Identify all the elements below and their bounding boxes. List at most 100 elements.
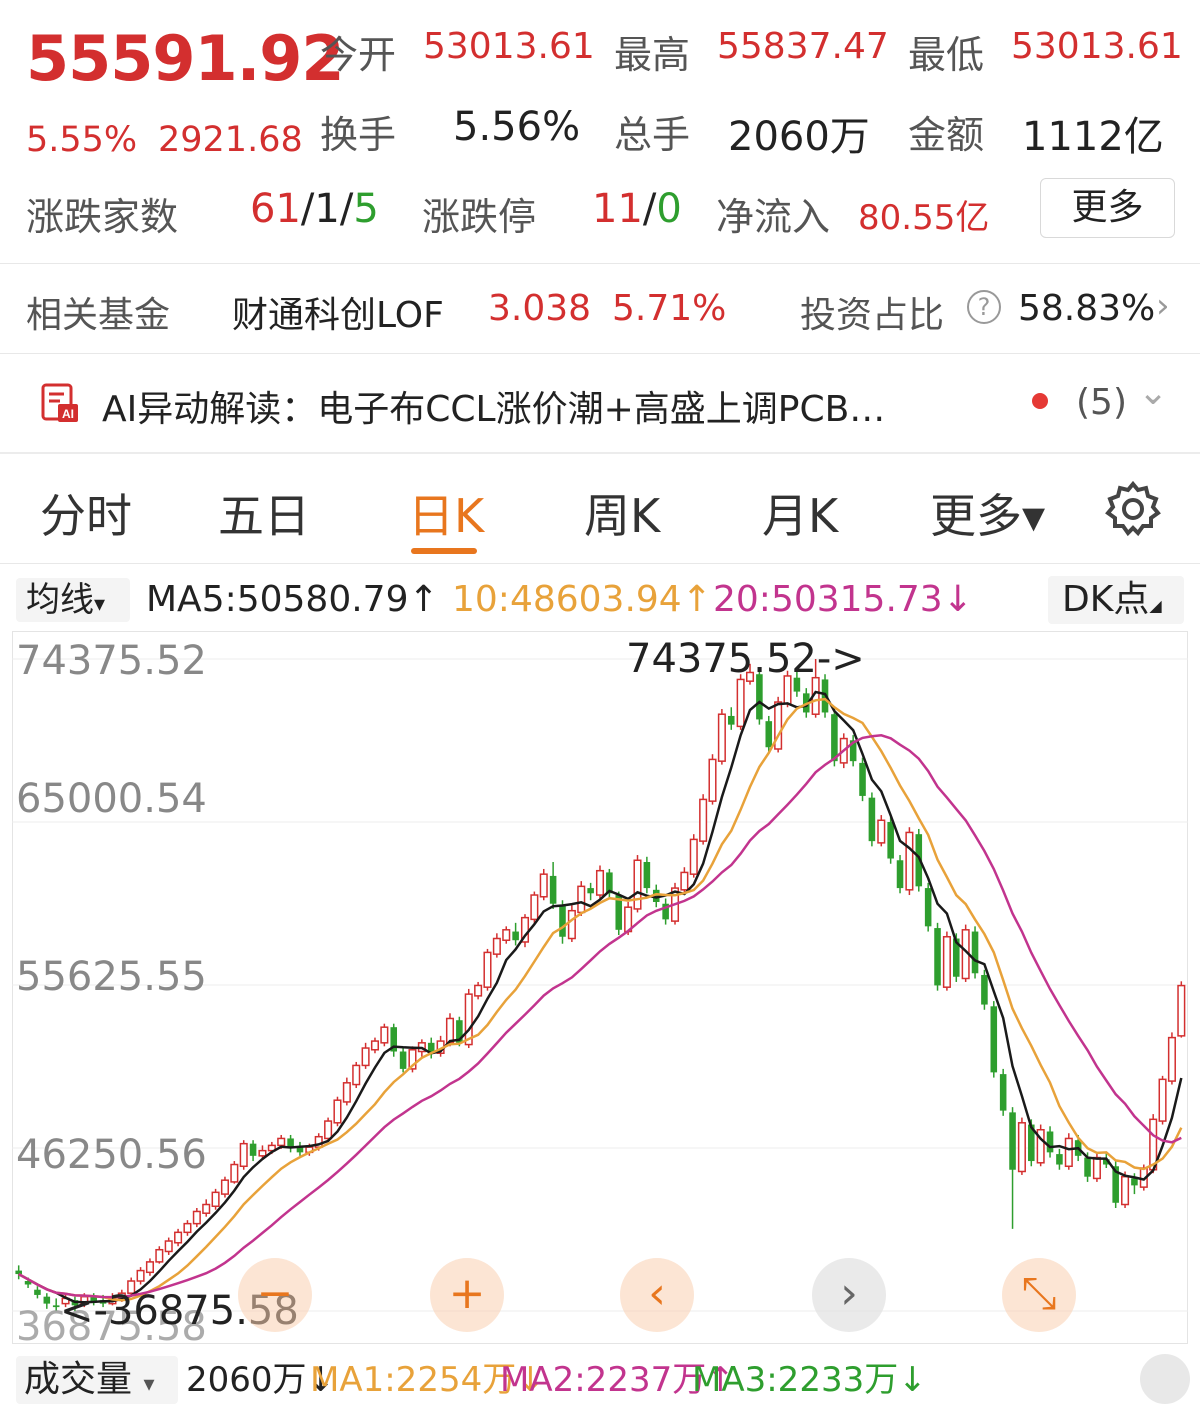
amount-value: 1112亿	[1022, 114, 1164, 160]
candle-body	[1084, 1157, 1091, 1177]
candle	[399, 1048, 407, 1073]
fund-name[interactable]: 财通科创LOF	[232, 286, 444, 338]
candle	[1009, 1107, 1016, 1229]
candle	[155, 1246, 164, 1264]
gear-icon[interactable]	[1104, 480, 1162, 538]
ai-report-icon: AI	[41, 383, 78, 422]
turnover-value: 5.56%	[453, 104, 581, 150]
candle	[136, 1267, 145, 1285]
last-price: 55591.92	[26, 22, 345, 95]
candle-body	[380, 1026, 389, 1044]
candle	[380, 1023, 389, 1047]
candle	[1036, 1124, 1045, 1167]
candle-body	[1056, 1154, 1063, 1165]
candle-body	[1017, 1122, 1026, 1173]
chevron-down-icon[interactable]: ⌄	[1138, 372, 1168, 413]
amount-label: 金额	[908, 113, 985, 157]
candle-body	[333, 1099, 342, 1124]
candle	[1167, 1032, 1176, 1085]
scroll-handle[interactable]	[1140, 1354, 1190, 1404]
help-icon[interactable]: ?	[967, 290, 1001, 324]
candle-body	[258, 1149, 267, 1157]
candle-body	[324, 1120, 333, 1140]
chevron-right-icon[interactable]: ›	[1156, 286, 1170, 326]
candle	[699, 794, 708, 845]
svg-text:AI: AI	[62, 407, 74, 421]
candle	[249, 1140, 257, 1162]
candle-body	[34, 1289, 41, 1295]
tab-daily-k[interactable]: 日K	[408, 480, 484, 546]
zoom-in-button[interactable]: +	[430, 1258, 504, 1332]
ai-insight-text[interactable]: AI异动解读：电子布CCL涨价潮+高盛上调PCB…	[102, 380, 885, 432]
candle-body	[990, 1006, 998, 1073]
candle-body	[220, 1179, 229, 1195]
candle	[877, 815, 886, 847]
inflow-label: 净流入	[716, 195, 831, 239]
tab-intraday[interactable]: 分时	[40, 480, 132, 546]
candle-body	[399, 1051, 407, 1069]
candle	[483, 948, 492, 991]
candle-body	[530, 894, 539, 921]
y-tick-label: 74375.52	[16, 638, 207, 684]
candle	[567, 905, 576, 942]
indicator-select[interactable]: 成交量 ▾	[16, 1356, 178, 1404]
candle-body	[877, 819, 886, 844]
more-stats-button[interactable]: 更多	[1040, 178, 1175, 238]
candle-body	[689, 838, 698, 875]
candle	[662, 898, 669, 925]
candle-body	[211, 1191, 220, 1208]
candle-body	[868, 797, 876, 842]
ma5-value: MA5:50580.79↑	[146, 579, 439, 620]
candle-body	[934, 928, 941, 986]
scroll-left-button[interactable]: ‹	[620, 1258, 694, 1332]
dk-point-button[interactable]: DK点◢	[1048, 576, 1184, 624]
candle-body	[512, 931, 519, 941]
candle	[220, 1176, 229, 1198]
unread-dot-icon	[1032, 393, 1048, 409]
candle-body	[474, 984, 483, 997]
tab-weekly-k[interactable]: 周K	[584, 480, 660, 546]
fullscreen-button[interactable]: ⤡	[1002, 1258, 1076, 1332]
fund-change: 5.71%	[612, 288, 727, 329]
candle	[492, 933, 501, 958]
low-value: 53013.61	[1011, 26, 1183, 67]
low-label: 最低	[908, 33, 985, 77]
candle-body	[577, 885, 586, 914]
candle-body	[942, 936, 951, 988]
candle-body	[587, 888, 594, 894]
candle	[971, 926, 979, 979]
tab-more[interactable]: 更多▾	[930, 480, 1045, 546]
candle	[230, 1161, 239, 1184]
candle-body	[727, 715, 735, 725]
candle	[239, 1140, 248, 1170]
candle	[1064, 1133, 1073, 1170]
candle	[633, 855, 642, 913]
candle-body	[136, 1269, 145, 1282]
candle	[390, 1023, 398, 1057]
candle-body	[342, 1082, 351, 1103]
candle	[549, 861, 557, 909]
volume-value: 2060万	[728, 114, 870, 160]
tab-five-day[interactable]: 五日	[218, 480, 310, 546]
candle-body	[1064, 1137, 1073, 1168]
candle-body	[1121, 1175, 1130, 1206]
zoom-out-button[interactable]: −	[238, 1258, 312, 1332]
fund-section-label: 相关基金	[26, 295, 171, 336]
y-tick-label: 55625.55	[16, 954, 207, 1000]
candle	[530, 891, 539, 923]
candle	[520, 914, 530, 948]
candle	[1092, 1152, 1101, 1182]
candle-body	[859, 762, 866, 796]
tab-monthly-k[interactable]: 月K	[762, 480, 838, 546]
candle-body	[483, 951, 492, 988]
candle	[990, 1001, 998, 1078]
candle	[680, 867, 689, 894]
ai-count: (5)	[1076, 382, 1127, 423]
candle	[859, 757, 866, 802]
candle-body	[765, 721, 773, 748]
candle-body	[633, 859, 642, 910]
candle	[333, 1096, 342, 1127]
ma-type-select[interactable]: 均线▾	[16, 578, 130, 622]
scroll-right-button[interactable]: ›	[812, 1258, 886, 1332]
candle	[211, 1188, 220, 1210]
